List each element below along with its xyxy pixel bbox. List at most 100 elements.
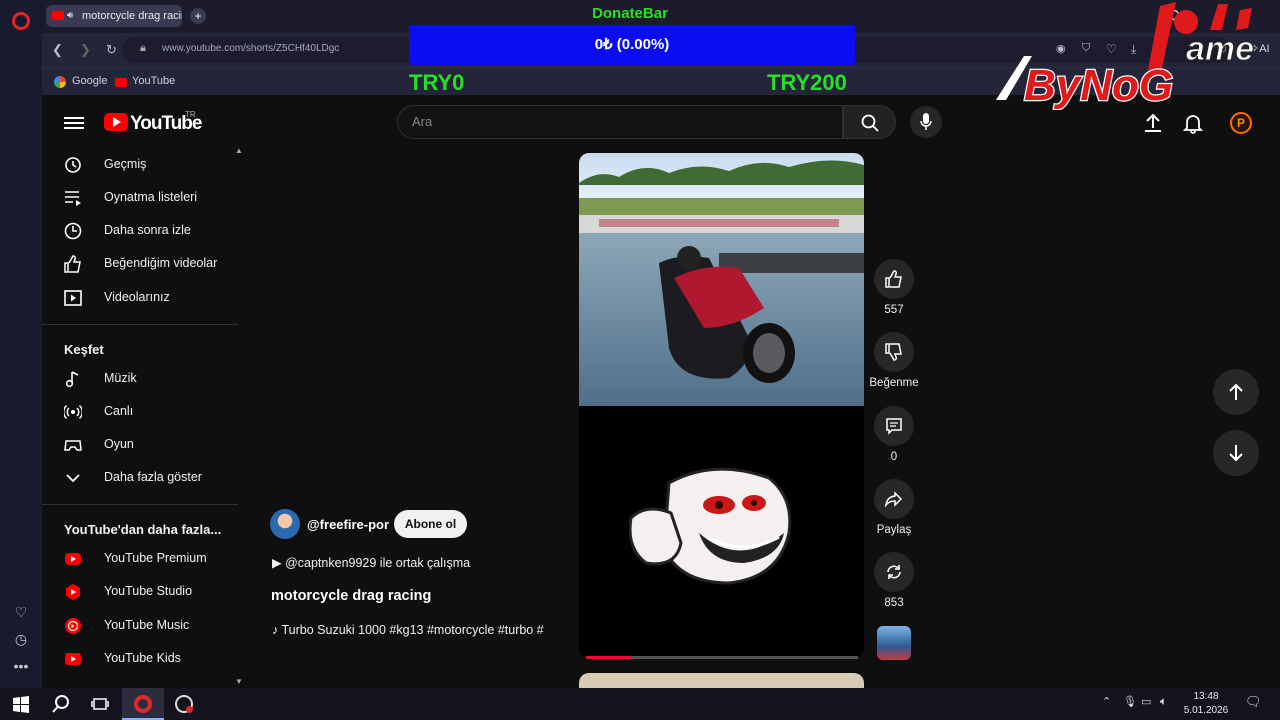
bookmark-youtube[interactable]: YouTube bbox=[132, 75, 175, 87]
forward-icon[interactable]: ❯ bbox=[80, 42, 91, 58]
sidebar-item-liked-videos[interactable]: Beğendiğim videolar bbox=[42, 247, 238, 280]
search-icon[interactable] bbox=[50, 694, 72, 714]
sidebar-scroll-up-icon[interactable]: ▲ bbox=[235, 146, 243, 155]
task-view-icon[interactable] bbox=[89, 694, 111, 714]
search-button[interactable] bbox=[843, 105, 896, 139]
notifications-icon[interactable]: 🗨︎ bbox=[1245, 694, 1262, 710]
more-icon[interactable]: ••• bbox=[13, 658, 29, 674]
comments-button[interactable] bbox=[874, 406, 914, 446]
sidebar-item-watch-later[interactable]: Daha sonra izle bbox=[42, 214, 238, 247]
donate-max-label: TRY200 bbox=[767, 70, 847, 95]
sidebar-item-live[interactable]: Canlı bbox=[42, 395, 238, 428]
video-progress-bar[interactable] bbox=[586, 656, 858, 659]
sidebar-item-music[interactable]: Müzik bbox=[42, 362, 238, 395]
active-tab[interactable]: 🔊︎ motorcycle drag racin bbox=[46, 5, 182, 27]
bookmark-google[interactable]: Google bbox=[72, 75, 107, 87]
hamburger-menu-icon[interactable] bbox=[64, 114, 84, 130]
volume-icon[interactable]: 🔈︎ bbox=[1160, 694, 1167, 709]
like-button[interactable] bbox=[874, 259, 914, 299]
heart-icon[interactable]: ♡ bbox=[13, 604, 29, 620]
troll-face-pointing-image bbox=[629, 467, 792, 585]
arrow-down-icon bbox=[1229, 445, 1243, 462]
collaboration-line[interactable]: ▶ @captnken9929 ile ortak çalışma bbox=[272, 555, 470, 570]
notifications-bell-icon[interactable] bbox=[1182, 112, 1204, 134]
explore-title: Keşfet bbox=[64, 342, 104, 357]
taskbar-obs-icon[interactable] bbox=[175, 695, 193, 713]
play-icon: ▶ bbox=[272, 556, 286, 570]
network-icon[interactable]: ▭ bbox=[1141, 695, 1151, 708]
sidebar-item-label: Daha fazla göster bbox=[104, 470, 202, 484]
music-note-icon: ♪ bbox=[272, 623, 282, 637]
taskbar-clock[interactable]: 13:48 5.01.2026 bbox=[1180, 690, 1232, 718]
sidebar-item-playlists[interactable]: Oynatma listeleri bbox=[42, 181, 238, 214]
sidebar-item-label: Daha sonra izle bbox=[104, 223, 191, 237]
microphone-icon[interactable]: 🎙︎ bbox=[1123, 695, 1137, 708]
sidebar-item-youtube-studio[interactable]: YouTube Studio bbox=[42, 575, 238, 608]
opera-logo-icon[interactable] bbox=[12, 12, 30, 30]
sidebar-item-label: YouTube Studio bbox=[104, 584, 193, 598]
share-button[interactable] bbox=[874, 479, 914, 519]
short-video-player[interactable] bbox=[579, 153, 864, 658]
account-avatar[interactable]: P bbox=[1230, 112, 1252, 134]
share-label: Paylaş bbox=[876, 524, 912, 536]
previous-short-button[interactable] bbox=[1213, 369, 1259, 415]
divider bbox=[42, 324, 238, 325]
sidebar-item-label: Oynatma listeleri bbox=[104, 190, 198, 204]
sound-thumbnail[interactable] bbox=[877, 626, 911, 660]
subscribe-button[interactable]: Abone ol bbox=[394, 510, 467, 538]
bynog-overlay-logo: ame ByNoG bbox=[996, 2, 1255, 110]
youtube-favicon-icon bbox=[115, 78, 127, 87]
new-tab-button[interactable]: + bbox=[190, 8, 206, 24]
sidebar-item-youtube-premium[interactable]: YouTube Premium bbox=[42, 542, 238, 575]
tab-title: motorcycle drag racin bbox=[82, 10, 182, 22]
speaker-icon[interactable]: 🔊︎ bbox=[67, 5, 73, 27]
music-icon bbox=[65, 371, 79, 388]
url-text[interactable]: www.youtube.com/shorts/Z5CHf40LDgc bbox=[162, 43, 339, 54]
sidebar-item-youtube-kids[interactable]: YouTube Kids bbox=[42, 642, 238, 675]
upload-icon[interactable] bbox=[1142, 112, 1164, 134]
youtube-logo-icon[interactable] bbox=[104, 113, 128, 131]
sidebar-scroll-down-icon[interactable]: ▼ bbox=[235, 677, 243, 686]
short-description[interactable]: ♪ Turbo Suzuki 1000 #kg13 #motorcycle #t… bbox=[272, 623, 568, 637]
sidebar-item-gaming[interactable]: Oyun bbox=[42, 428, 238, 461]
dislike-label: Beğenme bbox=[869, 377, 919, 389]
sidebar-item-your-videos[interactable]: Videolarınız bbox=[42, 281, 238, 314]
dislike-button[interactable] bbox=[874, 332, 914, 372]
clock-time: 13:48 bbox=[1193, 691, 1219, 702]
voice-search-button[interactable] bbox=[910, 106, 942, 138]
chevron-up-icon[interactable]: ⌃ bbox=[1102, 695, 1111, 708]
windows-start-icon[interactable] bbox=[10, 694, 32, 714]
youtube-kids-icon bbox=[65, 653, 81, 665]
arrow-up-icon bbox=[1229, 383, 1243, 400]
history-icon[interactable]: ◷ bbox=[13, 631, 29, 647]
sidebar-item-label: Oyun bbox=[104, 437, 134, 451]
show-more-button[interactable]: Daha fazla göster bbox=[42, 461, 238, 494]
more-from-youtube-title: YouTube'dan daha fazla... bbox=[64, 522, 222, 537]
search-icon bbox=[861, 114, 879, 132]
history-icon bbox=[65, 157, 81, 173]
youtube-premium-icon bbox=[65, 553, 81, 565]
search-input[interactable]: Ara bbox=[397, 105, 843, 139]
comment-count: 0 bbox=[890, 451, 898, 463]
next-short-button[interactable] bbox=[1213, 430, 1259, 476]
youtube-music-icon bbox=[65, 618, 81, 634]
taskbar-opera-app[interactable] bbox=[122, 688, 164, 720]
back-icon[interactable]: ❮ bbox=[52, 42, 63, 58]
microphone-icon bbox=[920, 113, 932, 130]
opera-sidebar: ♡ ◷ ••• bbox=[0, 0, 42, 688]
sidebar-item-youtube-music[interactable]: YouTube Music bbox=[42, 609, 238, 642]
sidebar-item-history[interactable]: Geçmiş bbox=[42, 148, 238, 181]
live-icon bbox=[64, 404, 82, 420]
remix-button[interactable] bbox=[874, 552, 914, 592]
sidebar-item-label: YouTube Kids bbox=[104, 651, 181, 665]
channel-name[interactable]: @freefire-por bbox=[307, 517, 389, 532]
reload-icon[interactable]: ↻ bbox=[106, 42, 117, 58]
dislike-icon bbox=[885, 343, 902, 361]
youtube-studio-icon bbox=[66, 584, 80, 600]
channel-avatar[interactable] bbox=[270, 509, 300, 539]
opera-icon bbox=[134, 695, 152, 713]
sidebar-item-label: Müzik bbox=[104, 371, 137, 385]
playlist-icon bbox=[65, 191, 81, 206]
sidebar-item-label: Videolarınız bbox=[104, 290, 170, 304]
watch-later-icon bbox=[64, 222, 82, 240]
